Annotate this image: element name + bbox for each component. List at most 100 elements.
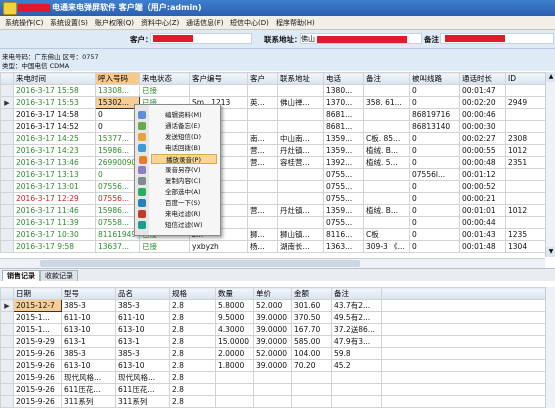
call-row[interactable]: 2016-3-17 11:39 07558... 0755... 0 00:00:44 — [0, 216, 551, 229]
menu-help[interactable]: 程序帮助(H) — [276, 18, 315, 28]
sales-grid-vertical-scrollbar[interactable] — [545, 287, 555, 408]
menu-system-operation[interactable]: 系统操作(C) — [5, 18, 43, 28]
sales-cell[interactable]: 301.60 — [291, 299, 332, 312]
sales-cell[interactable]: 167.70 — [291, 323, 332, 336]
call-row[interactable]: 2016-3-17 11:46 15986... 营... 丹灶镇... 1359...… — [0, 204, 551, 217]
sales-cell[interactable] — [253, 395, 292, 408]
call-cell-cust[interactable] — [247, 108, 278, 121]
row-indicator[interactable] — [0, 216, 14, 229]
menu-sms-center[interactable]: 短信中心(D) — [230, 18, 269, 28]
call-cell-dur[interactable]: 00:01:43 — [459, 228, 506, 241]
sales-cell[interactable] — [215, 383, 254, 396]
call-cell-dur[interactable]: 00:01:48 — [459, 240, 506, 253]
call-cell-number[interactable]: 07556... — [95, 180, 140, 193]
call-cell-number[interactable]: 0 — [95, 120, 140, 133]
call-cell-cust[interactable] — [247, 216, 278, 229]
sales-cell[interactable]: 613-1 — [61, 335, 116, 348]
call-row[interactable]: 2016-3-17 12:29 07556... 0755... 0 00:00:21 — [0, 192, 551, 205]
call-row[interactable]: 2016-3-17 10:3081161949已接z...狮...狮山镇...8… — [0, 228, 551, 241]
call-cell-remark[interactable] — [363, 108, 410, 121]
sales-cell[interactable]: 385-3 — [115, 347, 170, 360]
call-cell-line[interactable]: 0 — [409, 156, 460, 169]
call-cell-dur[interactable]: 00:00:55 — [459, 144, 506, 157]
call-cell-line[interactable]: 0 — [409, 240, 460, 253]
call-cell-phone[interactable]: 1359... — [323, 144, 364, 157]
sales-cell[interactable]: 611-10 — [61, 311, 116, 324]
call-cell-id[interactable]: 1235 — [505, 228, 546, 241]
context-menu-item[interactable]: 短信过滤(W) — [138, 220, 217, 230]
call-cell-number[interactable]: 07556... — [95, 192, 140, 205]
call-cell-id[interactable]: 1012 — [505, 144, 546, 157]
sales-cell[interactable] — [291, 371, 332, 384]
call-cell-phone[interactable]: 0755... — [323, 192, 364, 205]
sales-cell[interactable]: 611压花... — [115, 383, 170, 396]
context-menu-item[interactable]: 录音另存(V) — [138, 165, 217, 175]
sales-cell[interactable]: 613-1 — [115, 335, 170, 348]
sales-cell[interactable]: 现代风格... — [115, 371, 170, 384]
sales-cell[interactable]: 613-10 — [61, 323, 116, 336]
sales-cell[interactable] — [253, 383, 292, 396]
call-cell-line[interactable]: 0 — [409, 204, 460, 217]
row-indicator[interactable] — [0, 84, 14, 97]
row-indicator[interactable] — [0, 228, 14, 241]
sales-row[interactable]: ▶ 2015-12-7 385-3 385-3 2.8 5.8000 52.000 301.6… — [0, 299, 546, 312]
call-cell-id[interactable] — [505, 108, 546, 121]
call-cell-addr[interactable]: 佛山禅... — [277, 96, 324, 109]
call-cell-line[interactable]: 0 — [409, 96, 460, 109]
sales-cell[interactable] — [291, 383, 332, 396]
sales-cell[interactable]: 2.8 — [169, 359, 216, 372]
menu-call-info[interactable]: 通话信息(F) — [186, 18, 224, 28]
call-cell-number[interactable]: 0 — [95, 108, 140, 121]
call-cell-addr[interactable]: 容桂营... — [277, 156, 324, 169]
sales-cell[interactable]: 613-10 — [115, 359, 170, 372]
sales-cell[interactable]: 2015-9-26 — [13, 383, 62, 396]
sales-cell[interactable] — [215, 395, 254, 408]
sales-col-header[interactable]: 品名 — [115, 287, 170, 300]
menu-system-settings[interactable]: 系统设置(S) — [50, 18, 88, 28]
call-cell-dur[interactable]: 00:00:21 — [459, 192, 506, 205]
context-menu-item[interactable]: 全部选中(A) — [138, 187, 217, 197]
call-cell-cust[interactable] — [247, 120, 278, 133]
sales-cell[interactable]: 52.0000 — [253, 347, 292, 360]
row-indicator[interactable] — [0, 240, 14, 253]
call-col-header[interactable]: 联系地址 — [277, 72, 324, 85]
sales-col-header[interactable]: 备注 — [331, 287, 382, 300]
call-row[interactable]: 2016-3-17 14:25 15377... 南... 中山南... 1359...… — [0, 132, 551, 145]
call-col-header[interactable]: ID — [505, 72, 546, 85]
sales-cell[interactable]: 311系列 — [61, 395, 116, 408]
sales-row[interactable]: 2015-1... 613-10 613-10 2.8 4.3000 39.0000 167… — [0, 323, 546, 336]
row-indicator[interactable] — [0, 311, 14, 324]
row-indicator[interactable] — [0, 383, 14, 396]
scroll-down-icon[interactable]: ▼ — [546, 247, 555, 257]
call-cell-addr[interactable]: 狮山镇... — [277, 228, 324, 241]
context-menu-item[interactable]: 通话备忘(E) — [138, 121, 217, 131]
call-cell-id[interactable]: 1012 — [505, 204, 546, 217]
row-indicator[interactable] — [0, 335, 14, 348]
call-cell-dur[interactable]: 00:01:12 — [459, 168, 506, 181]
sales-cell[interactable]: 39.0000 — [253, 311, 292, 324]
context-menu-item[interactable]: 百度一下(S) — [138, 198, 217, 208]
context-menu-item[interactable]: 来电过滤(R) — [138, 209, 217, 219]
sales-cell[interactable]: 613-10 — [115, 323, 170, 336]
call-grid-horizontal-scrollbar[interactable] — [0, 258, 545, 268]
call-cell-cust[interactable]: 杨... — [247, 240, 278, 253]
sales-row[interactable]: 2015-9-26 现代风格... 现代风格... 2.8 — [0, 371, 546, 384]
call-row[interactable]: 2016-3-17 9:58 13637... 已接 yxbyzh 杨... 湖南长...… — [0, 240, 551, 253]
sales-cell[interactable]: 385-3 — [61, 347, 116, 360]
sales-cell[interactable]: 39.0000 — [253, 323, 292, 336]
customer-field[interactable] — [150, 33, 252, 44]
context-menu-item[interactable]: 播放录音(P) — [139, 154, 217, 164]
tab-payment-records[interactable]: 收款记录 — [40, 270, 78, 281]
call-cell-dur[interactable]: 00:00:44 — [459, 216, 506, 229]
call-cell-phone[interactable]: 1370... — [323, 96, 364, 109]
call-cell-cust[interactable]: 营... — [247, 156, 278, 169]
call-cell-number[interactable]: 15986... — [95, 144, 140, 157]
call-cell-time[interactable]: 2016-3-17 13:01 — [13, 180, 96, 193]
call-cell-remark[interactable]: 植绒. B... — [363, 144, 410, 157]
call-cell-cust[interactable] — [247, 192, 278, 205]
sales-cell[interactable] — [331, 395, 382, 408]
call-cell-remark[interactable]: 植绒. B... — [363, 204, 410, 217]
call-grid-vertical-scrollbar[interactable]: ▲ ▼ — [545, 72, 555, 257]
call-cell-line[interactable]: 0 — [409, 228, 460, 241]
sales-cell[interactable] — [291, 395, 332, 408]
